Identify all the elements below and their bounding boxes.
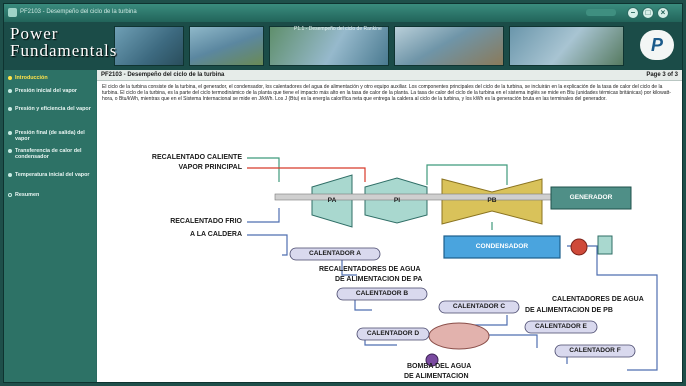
cold-reheat-line <box>247 208 280 223</box>
sidebar-item-label: Presión inicial del vapor <box>15 88 78 94</box>
sidebar-item-label: Resumen <box>15 192 40 198</box>
app-icon <box>8 8 17 17</box>
heater-f-label: CALENTADOR F <box>569 347 621 354</box>
banner-photo-3 <box>269 26 389 66</box>
minimize-button[interactable]: – <box>627 7 639 19</box>
banner-photo-5 <box>509 26 624 66</box>
window-title: PF2103 - Desempeño del ciclo de la turbi… <box>20 9 137 15</box>
application-window: PF2103 - Desempeño del ciclo de la turbi… <box>3 3 683 383</box>
pump-label-2: DE ALIMENTACION <box>404 373 469 380</box>
condensate-pump <box>570 238 588 256</box>
sidebar-item-presion-eficiencia[interactable]: Presión y eficiencia del vapor <box>7 106 95 112</box>
pump-label-1: BOMBA DEL AGUA <box>407 363 472 370</box>
sidebar: Introducción Presión inicial del vapor P… <box>4 70 96 382</box>
hp-turbine-label: PA <box>327 197 337 204</box>
main-steam-label: VAPOR PRINCIPAL <box>178 164 242 171</box>
sidebar-item-label: Temperatura inicial del vapor <box>15 172 90 178</box>
close-button[interactable]: × <box>657 7 669 19</box>
bullet-icon <box>8 193 12 197</box>
heater-e-label: CALENTADOR E <box>535 323 587 330</box>
bullet-icon <box>8 131 12 135</box>
heater-a-label: CALENTADOR A <box>308 250 361 257</box>
logo-line-2: Fundamentals <box>10 41 118 60</box>
heater-d-label: CALENTADOR D <box>366 330 420 337</box>
bullet-icon <box>8 76 12 80</box>
sidebar-item-presion-inicial[interactable]: Presión inicial del vapor <box>7 88 95 94</box>
condenser-label: CONDENSADOR <box>475 243 529 250</box>
heater-b-label: CALENTADOR B <box>355 290 409 297</box>
hp-heaters-label-1: RECALENTADORES DE AGUA <box>319 266 421 273</box>
cold-reheat-return-line <box>247 234 288 256</box>
hot-reheat-line <box>247 157 280 182</box>
titlebar-indicator <box>586 9 616 16</box>
heater-c-label: CALENTADOR C <box>452 303 506 310</box>
cold-reheat-label-1: RECALENTADO FRIO <box>170 218 242 225</box>
bullet-icon <box>8 107 12 111</box>
bullet-icon <box>8 89 12 93</box>
maximize-button[interactable]: □ <box>642 7 654 19</box>
lp-heaters-label-2: DE ALIMENTACION DE PB <box>525 307 613 314</box>
cold-reheat-label-2: A LA CALDERA <box>190 231 242 238</box>
hp-heaters-label-2: DE ALIMENTACION DE PA <box>335 276 423 283</box>
ip-turbine-label: PI <box>393 197 401 204</box>
sidebar-item-introduccion[interactable]: Introducción <box>7 75 95 81</box>
brand-logo-icon: P <box>640 30 674 60</box>
sidebar-item-label: Transferencia de calor del condensador <box>15 148 82 161</box>
condensate-polisher <box>597 235 613 255</box>
sidebar-item-transferencia-calor[interactable]: Transferencia de calor del condensador <box>7 148 95 161</box>
banner-photo-4 <box>394 26 504 66</box>
title-bar: PF2103 - Desempeño del ciclo de la turbi… <box>4 4 682 22</box>
banner-subtitle: P1.1 - Desempeño del ciclo de Rankine <box>294 26 382 32</box>
banner-photo-2 <box>189 26 264 66</box>
hot-reheat-label: RECALENTADO CALIENTE <box>151 154 242 161</box>
sidebar-item-label: Presión y eficiencia del vapor <box>15 106 91 112</box>
bullet-icon <box>8 149 12 153</box>
generator-label: GENERADOR <box>569 194 613 201</box>
sidebar-item-label: Presión final (de salida) del vapor <box>15 130 85 143</box>
sidebar-item-resumen[interactable]: Resumen <box>7 192 95 198</box>
sidebar-item-label: Introducción <box>15 75 48 81</box>
banner: Power Fundamentals P1.1 - Desempeño del … <box>4 22 682 70</box>
bullet-icon <box>8 173 12 177</box>
lp-heaters-label-1: CALENTADORES DE AGUA <box>552 296 644 303</box>
lp-turbine-label: PB <box>487 197 497 204</box>
content-pane: PF2103 - Desempeño del ciclo de la turbi… <box>97 70 682 382</box>
sidebar-item-temperatura-inicial[interactable]: Temperatura inicial del vapor <box>7 172 95 178</box>
banner-photo-1 <box>114 26 184 66</box>
crossover-line <box>426 164 508 185</box>
deaerator <box>428 322 490 350</box>
sidebar-item-presion-final[interactable]: Presión final (de salida) del vapor <box>7 130 95 143</box>
